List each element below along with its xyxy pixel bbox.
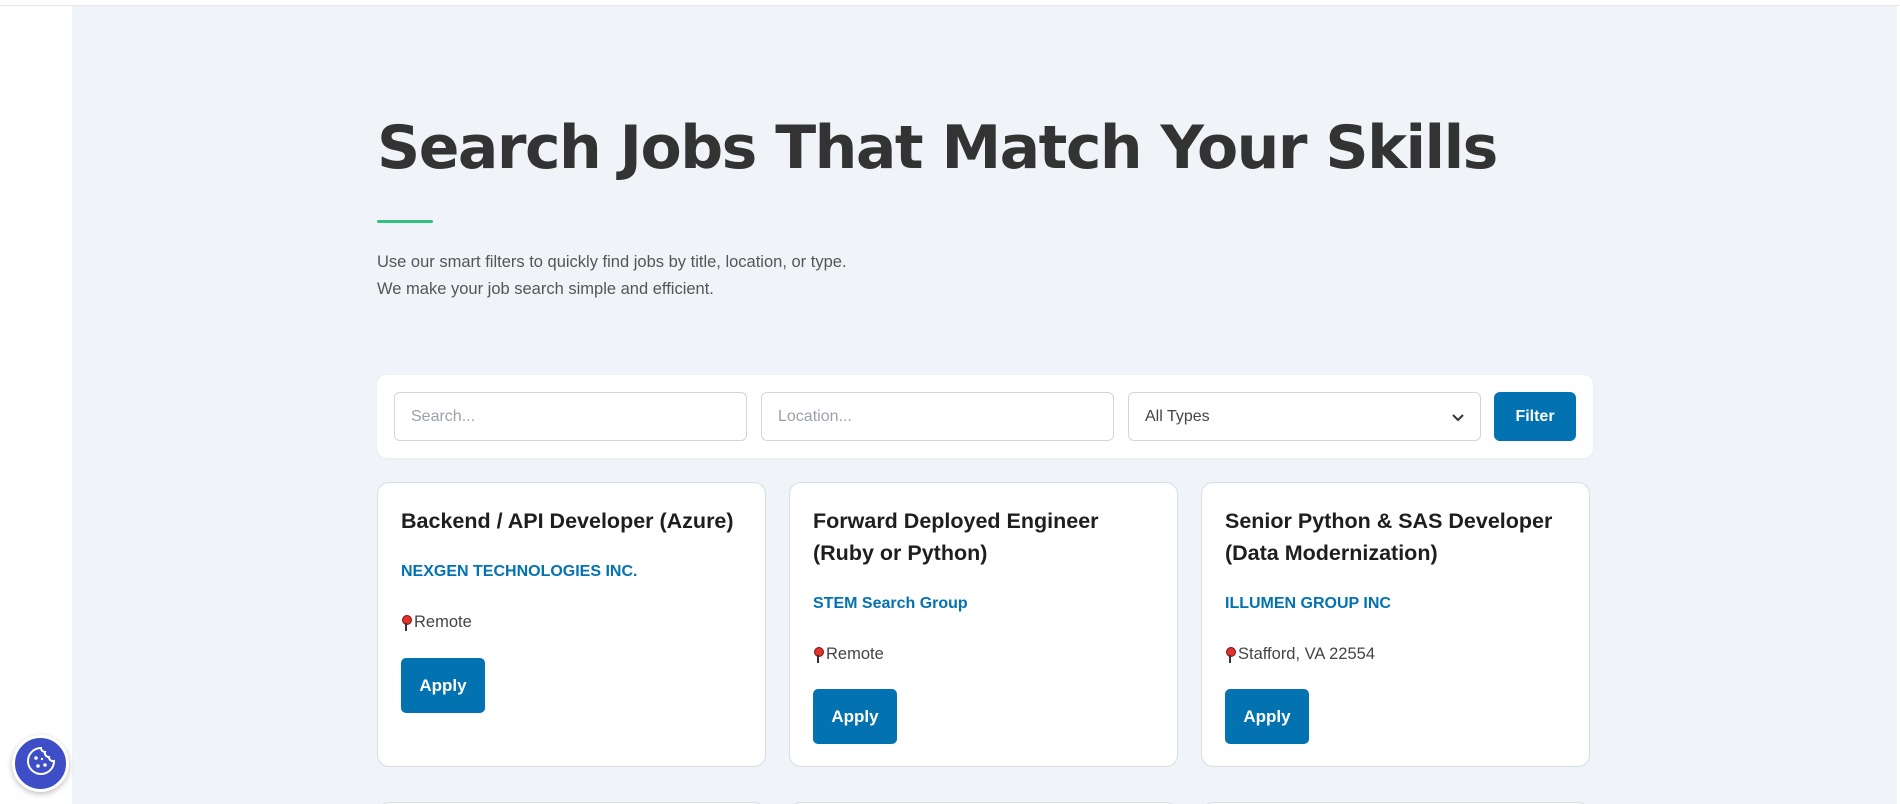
chevron-down-icon bbox=[1452, 409, 1464, 425]
cookie-settings-button[interactable] bbox=[12, 735, 69, 792]
job-card: Senior Python & SAS Developer (Data Mode… bbox=[1201, 482, 1590, 767]
job-type-selected-value: All Types bbox=[1145, 407, 1210, 425]
job-location-text: Remote bbox=[826, 645, 884, 663]
job-company-link[interactable]: STEM Search Group bbox=[813, 595, 968, 613]
subtitle-line-2: We make your job search simple and effic… bbox=[377, 280, 714, 298]
filter-bar: Search... Location... All Types Filter bbox=[377, 375, 1593, 458]
main-section: Search Jobs That Match Your Skills Use o… bbox=[72, 6, 1900, 804]
map-pin-icon bbox=[813, 646, 824, 664]
job-title: Senior Python & SAS Developer (Data Mode… bbox=[1225, 509, 1553, 565]
apply-button[interactable]: Apply bbox=[401, 658, 485, 713]
top-bar bbox=[0, 0, 1900, 6]
left-gutter bbox=[0, 0, 72, 804]
job-title: Backend / API Developer (Azure) bbox=[401, 509, 734, 533]
job-company-link[interactable]: ILLUMEN GROUP INC bbox=[1225, 595, 1391, 613]
job-card: Backend / API Developer (Azure) NEXGEN T… bbox=[377, 482, 766, 767]
subtitle-line-1: Use our smart filters to quickly find jo… bbox=[377, 253, 847, 271]
job-location: Remote bbox=[813, 645, 884, 664]
page-subtitle: Use our smart filters to quickly find jo… bbox=[377, 249, 847, 303]
job-location-text: Remote bbox=[414, 613, 472, 631]
filter-button[interactable]: Filter bbox=[1494, 392, 1576, 441]
title-accent-divider bbox=[377, 220, 433, 223]
job-card: Forward Deployed Engineer (Ruby or Pytho… bbox=[789, 482, 1178, 767]
cookie-icon bbox=[25, 745, 57, 782]
map-pin-icon bbox=[1225, 646, 1236, 664]
job-company-link[interactable]: NEXGEN TECHNOLOGIES INC. bbox=[401, 563, 637, 581]
page-title: Search Jobs That Match Your Skills bbox=[377, 113, 1498, 183]
apply-button[interactable]: Apply bbox=[813, 689, 897, 744]
search-placeholder: Search... bbox=[411, 407, 476, 425]
location-placeholder: Location... bbox=[778, 407, 852, 425]
search-input[interactable]: Search... bbox=[394, 392, 747, 441]
job-location: Stafford, VA 22554 bbox=[1225, 645, 1375, 664]
map-pin-icon bbox=[401, 614, 412, 632]
job-title: Forward Deployed Engineer (Ruby or Pytho… bbox=[813, 509, 1099, 565]
job-location-text: Stafford, VA 22554 bbox=[1238, 645, 1375, 663]
job-type-select[interactable]: All Types bbox=[1128, 392, 1481, 441]
apply-button[interactable]: Apply bbox=[1225, 689, 1309, 744]
location-input[interactable]: Location... bbox=[761, 392, 1114, 441]
job-location: Remote bbox=[401, 613, 472, 632]
